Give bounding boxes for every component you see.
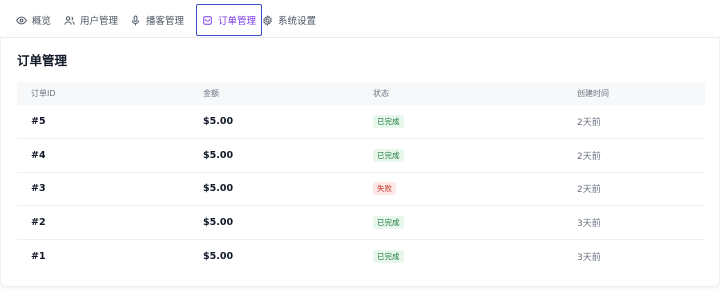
tab-label: 概览	[32, 16, 52, 27]
microphone-icon	[130, 15, 141, 26]
top-nav: 概览 用户管理 播客管理 订单管理 系统设置	[0, 0, 720, 38]
order-created: 2天前	[577, 151, 601, 162]
order-created: 3天前	[577, 218, 601, 229]
order-amount: $5.00	[203, 216, 234, 228]
page-title: 订单管理	[17, 53, 68, 68]
gear-icon	[262, 14, 273, 26]
tab-settings[interactable]: 系统设置	[262, 4, 316, 36]
order-status-cell: 已完成	[359, 206, 563, 240]
order-id: #4	[31, 149, 46, 161]
tab-podcasts[interactable]: 播客管理	[130, 4, 184, 36]
order-id: #5	[31, 116, 46, 127]
status-badge: 已完成	[373, 115, 404, 128]
order-amount: $5.00	[203, 250, 234, 262]
eye-icon	[16, 15, 27, 26]
status-badge: 已完成	[373, 148, 404, 162]
status-badge: 已完成	[373, 249, 404, 263]
tab-orders[interactable]: 订单管理	[196, 4, 263, 36]
orders-table: 订单ID 金额 状态 创建时间 #5 $5.00 已完成 2天前 #4 $5.0…	[17, 82, 705, 273]
order-created: 2天前	[577, 118, 601, 128]
order-status-cell: 已完成	[359, 139, 563, 173]
tab-label: 用户管理	[80, 16, 119, 27]
status-badge: 失败	[373, 182, 396, 196]
tab-label: 系统设置	[278, 16, 317, 27]
table-row[interactable]: #4 $5.00 已完成 2天前	[17, 139, 705, 173]
tab-label: 播客管理	[146, 16, 185, 27]
order-id: #3	[31, 183, 46, 195]
table-row[interactable]: #3 $5.00 失败 2天前	[17, 172, 705, 206]
order-status-cell: 失败	[359, 172, 563, 206]
column-header-status: 状态	[373, 89, 389, 98]
order-amount: $5.00	[203, 183, 234, 195]
order-id: #1	[31, 250, 46, 262]
table-row[interactable]: #1 $5.00 已完成 3天前	[17, 239, 705, 273]
column-header-id: 订单ID	[31, 89, 56, 98]
tab-users[interactable]: 用户管理	[64, 4, 118, 36]
status-badge: 已完成	[373, 215, 404, 229]
column-header-amount: 金额	[203, 89, 219, 98]
order-amount: $5.00	[203, 116, 234, 127]
table-row[interactable]: #5 $5.00 已完成 2天前	[17, 105, 705, 139]
receipt-icon	[202, 15, 213, 26]
table-header-row: 订单ID 金额 状态 创建时间	[17, 82, 705, 105]
order-status-cell: 已完成	[359, 105, 563, 139]
order-created: 3天前	[577, 252, 601, 263]
order-created: 2天前	[577, 185, 601, 196]
users-icon	[64, 15, 75, 26]
order-id: #2	[31, 216, 46, 228]
tab-label: 订单管理	[218, 16, 257, 27]
column-header-created: 创建时间	[577, 89, 609, 98]
order-status-cell: 已完成	[359, 239, 563, 273]
orders-card: 订单管理 订单ID 金额 状态 创建时间 #5 $5.00 已完成 2天前 #4…	[0, 38, 720, 287]
tab-overview[interactable]: 概览	[16, 4, 51, 36]
table-row[interactable]: #2 $5.00 已完成 3天前	[17, 206, 705, 240]
order-amount: $5.00	[203, 149, 234, 161]
